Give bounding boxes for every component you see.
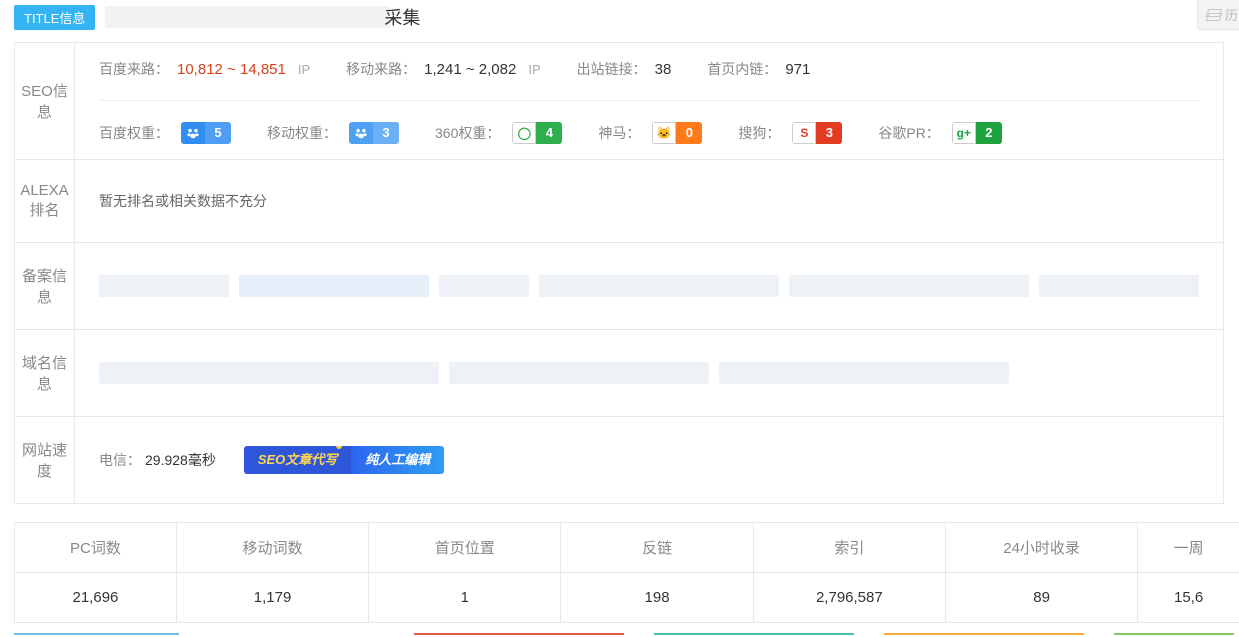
mobile-source-metric: 移动来路： 1,241 ~ 2,082 IP	[346, 59, 540, 79]
bottom-tab-underline	[14, 633, 1239, 637]
outbound-links-value: 38	[655, 61, 672, 78]
stats-header[interactable]: 24小时收录	[945, 523, 1137, 573]
baidu-source-metric: 百度来路： 10,812 ~ 14,851 IP	[99, 59, 310, 79]
paw-icon	[181, 122, 205, 144]
google-pr-value: 2	[976, 122, 1002, 144]
stats-value: 198	[561, 573, 753, 623]
speed-row-label: 网站速度	[15, 417, 75, 504]
stats-header[interactable]: 移动词数	[176, 523, 368, 573]
stats-value: 1	[369, 573, 561, 623]
title-tail: 采集	[384, 4, 420, 30]
outbound-links-metric: 出站链接： 38	[577, 59, 672, 79]
stats-table: PC词数 移动词数 首页位置 反链 索引 24小时收录 一周 21,696 1,…	[14, 522, 1239, 623]
promo-right-text: 纯人工编辑	[351, 446, 444, 474]
stats-value: 1,179	[176, 573, 368, 623]
redacted-block	[239, 275, 429, 297]
google-pr-badge[interactable]: g+ 2	[952, 122, 1002, 144]
alexa-row-label: ALEXA排名	[15, 160, 75, 243]
alexa-row-content: 暂无排名或相关数据不充分	[75, 160, 1224, 243]
beian-row-label: 备案信息	[15, 243, 75, 330]
stats-header[interactable]: PC词数	[15, 523, 177, 573]
alexa-text: 暂无排名或相关数据不充分	[99, 193, 267, 209]
s-icon: S	[792, 122, 816, 144]
sogou-weight-badge[interactable]: S 3	[792, 122, 842, 144]
stats-value: 21,696	[15, 573, 177, 623]
redacted-title	[105, 6, 390, 28]
redacted-block	[719, 362, 1009, 384]
history-button-label: 历	[1225, 5, 1238, 24]
speed-text: 电信：29.928毫秒	[99, 450, 220, 470]
speed-row-content: 电信：29.928毫秒 SEO文章代写 纯人工编辑	[75, 417, 1224, 504]
beian-row-content	[75, 243, 1224, 330]
stats-header[interactable]: 首页位置	[369, 523, 561, 573]
baidu-weight-value: 5	[205, 122, 231, 144]
promo-left-text: SEO文章代写	[244, 446, 351, 474]
sogou-weight-value: 3	[816, 122, 842, 144]
seo-row-label: SEO信息	[15, 43, 75, 160]
home-inlinks-metric: 首页内链： 971	[707, 59, 810, 79]
mobile-source-value: 1,241 ~ 2,082	[424, 61, 516, 78]
redacted-block	[99, 275, 229, 297]
mobile-weight-label: 移动权重：	[267, 123, 337, 143]
stats-header[interactable]: 一周	[1138, 523, 1239, 573]
q360-weight-badge[interactable]: ◯ 4	[512, 122, 562, 144]
history-button[interactable]: 历	[1197, 0, 1239, 30]
redacted-block	[789, 275, 1029, 297]
domain-row-content	[75, 330, 1224, 417]
speed-value: 29.928毫秒	[145, 452, 216, 468]
shenma-weight-label: 神马：	[598, 123, 640, 143]
stats-value: 89	[945, 573, 1137, 623]
circle-icon: ◯	[512, 122, 536, 144]
baidu-weight-badge[interactable]: 5	[181, 122, 231, 144]
seo-row-content: 百度来路： 10,812 ~ 14,851 IP 移动来路： 1,241 ~ 2…	[75, 43, 1224, 160]
redacted-block	[99, 362, 439, 384]
home-inlinks-value: 971	[785, 61, 810, 78]
baidu-source-value: 10,812 ~ 14,851	[177, 61, 286, 78]
redacted-block	[439, 275, 529, 297]
seo-info-table: SEO信息 百度来路： 10,812 ~ 14,851 IP 移动来路： 1,2…	[14, 42, 1224, 504]
shenma-weight-badge[interactable]: 🐱 0	[652, 122, 702, 144]
stats-value: 15,6	[1138, 573, 1239, 623]
stats-header[interactable]: 反链	[561, 523, 753, 573]
cat-icon: 🐱	[652, 122, 676, 144]
domain-row-label: 域名信息	[15, 330, 75, 417]
paw-icon	[349, 122, 373, 144]
shenma-weight-value: 0	[676, 122, 702, 144]
baidu-weight-label: 百度权重：	[99, 123, 169, 143]
redacted-block	[539, 275, 779, 297]
q360-weight-label: 360权重：	[435, 123, 500, 143]
redacted-block	[449, 362, 709, 384]
promo-seo-writing-badge[interactable]: SEO文章代写 纯人工编辑	[244, 446, 444, 474]
sogou-weight-label: 搜狗：	[738, 123, 780, 143]
mobile-weight-value: 3	[373, 122, 399, 144]
google-icon: g+	[952, 122, 976, 144]
google-pr-label: 谷歌PR：	[878, 123, 939, 143]
redacted-block	[1039, 275, 1199, 297]
mobile-weight-badge[interactable]: 3	[349, 122, 399, 144]
q360-weight-value: 4	[536, 122, 562, 144]
title-info-badge: TITLE信息	[14, 5, 95, 30]
layers-icon	[1205, 9, 1221, 21]
stats-value: 2,796,587	[753, 573, 945, 623]
stats-header[interactable]: 索引	[753, 523, 945, 573]
